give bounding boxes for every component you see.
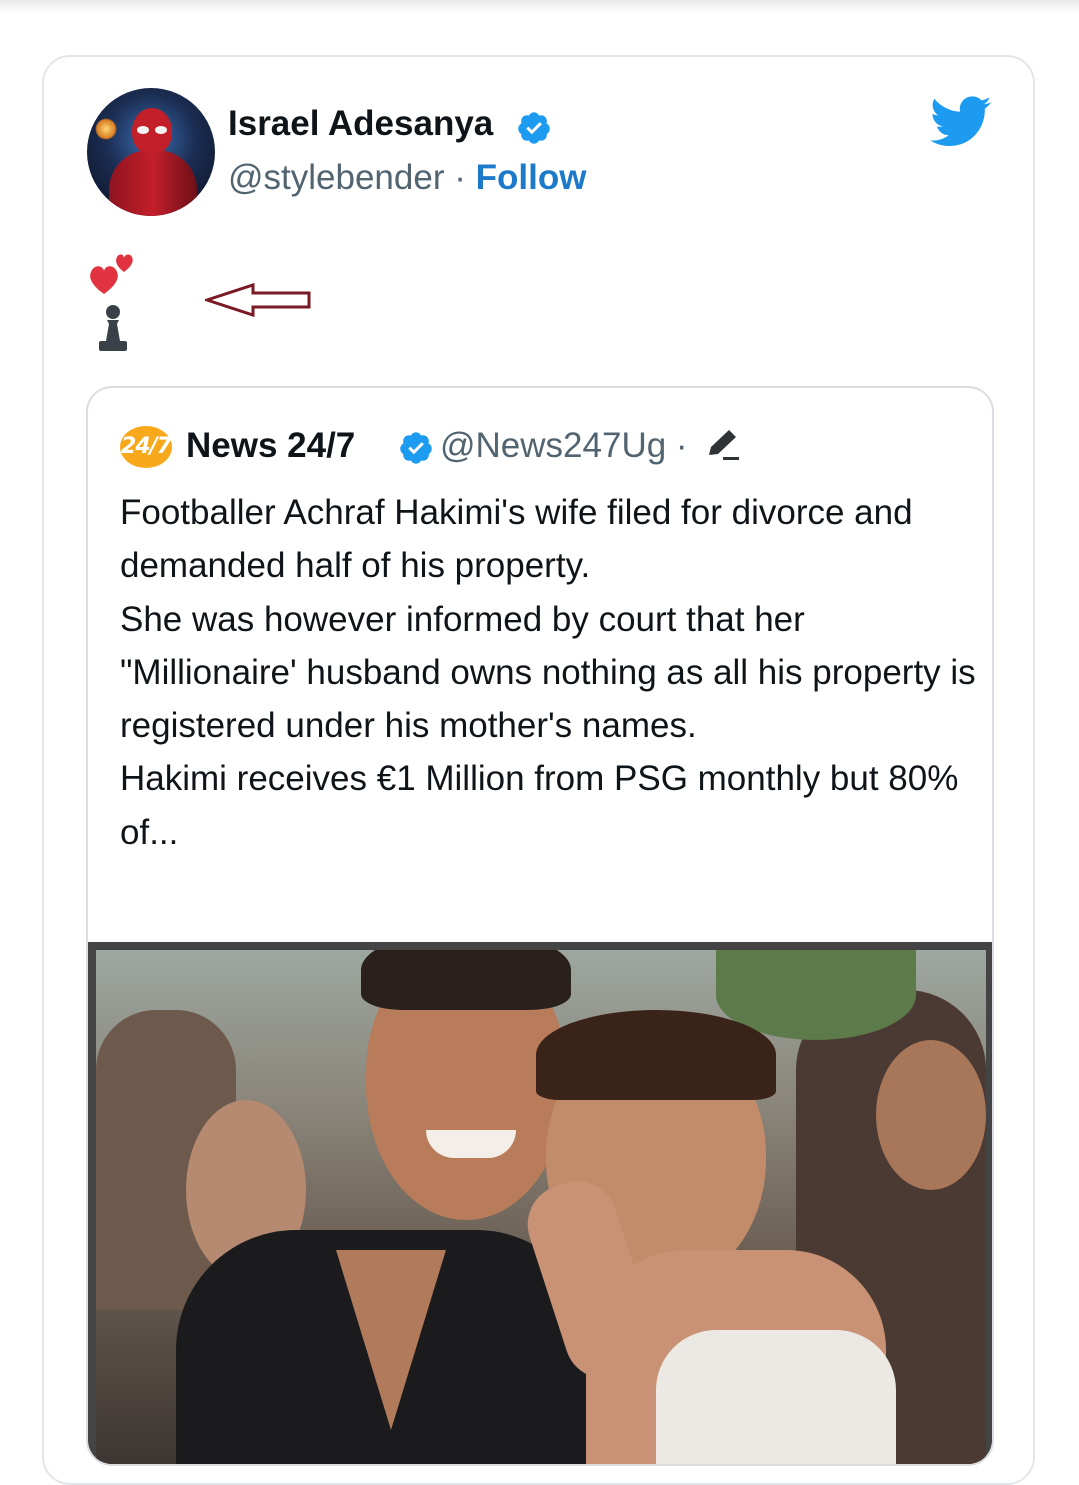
quoted-tweet-photo[interactable]: [88, 942, 992, 1464]
avatar-light: [95, 118, 117, 140]
quoted-display-name[interactable]: News 24/7: [186, 426, 355, 466]
separator-dot: ·: [675, 426, 688, 465]
verified-badge-icon: [518, 112, 550, 144]
author-avatar[interactable]: [87, 88, 215, 216]
news247-logo[interactable]: 24/7: [120, 426, 172, 468]
photo-scene: [96, 950, 986, 1464]
quoted-tweet-text: Footballer Achraf Hakimi's wife filed fo…: [120, 486, 980, 859]
follow-button[interactable]: Follow: [476, 158, 587, 197]
avatar-figure-body: [109, 150, 197, 216]
separator-dot: ·: [454, 158, 466, 197]
twitter-bird-icon[interactable]: [930, 96, 992, 148]
edit-pencil-icon: [709, 430, 740, 460]
verified-badge-icon: [400, 432, 432, 464]
left-arrow-annotation-icon: [205, 282, 311, 318]
chess-pawn-emoji-icon: [99, 305, 127, 351]
avatar-eye: [137, 126, 149, 134]
author-handle-row: @stylebender · Follow: [228, 158, 586, 198]
quoted-tweet-card[interactable]: 24/7 News 24/7 @News247Ug · Footballer A…: [86, 386, 994, 1466]
photo-man-smile: [426, 1130, 516, 1158]
author-display-name[interactable]: Israel Adesanya: [228, 104, 493, 144]
quoted-paragraph: She was however informed by court that h…: [120, 599, 976, 746]
photo-woman-hair: [536, 1010, 776, 1100]
two-hearts-emoji-icon: [90, 254, 133, 294]
photo-background-face: [876, 1040, 986, 1190]
author-handle[interactable]: @stylebender: [228, 158, 444, 197]
quoted-handle[interactable]: @News247Ug: [440, 426, 666, 465]
photo-man-hair: [361, 950, 571, 1010]
quoted-paragraph: Footballer Achraf Hakimi's wife filed fo…: [120, 493, 913, 586]
quoted-paragraph: Hakimi receives €1 Million from PSG mont…: [120, 759, 959, 852]
avatar-eye: [155, 126, 167, 134]
top-edge-shadow: [0, 0, 1079, 14]
quoted-handle-row: @News247Ug ·: [440, 426, 743, 466]
photo-woman-dress: [656, 1330, 896, 1464]
